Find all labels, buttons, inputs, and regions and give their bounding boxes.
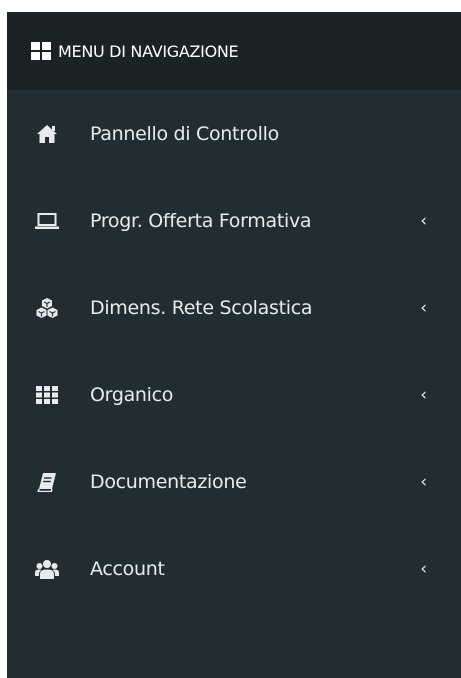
chevron-left-icon: ‹ bbox=[420, 558, 427, 579]
home-icon bbox=[35, 123, 59, 145]
users-icon bbox=[35, 558, 59, 580]
laptop-icon bbox=[35, 210, 59, 232]
table-grid-icon bbox=[35, 384, 59, 406]
menu-item-label: Documentazione bbox=[90, 470, 247, 493]
menu-item-documentazione[interactable]: Documentazione ‹ bbox=[7, 438, 461, 525]
menu-item-label: Organico bbox=[90, 383, 174, 406]
cubes-icon bbox=[35, 297, 59, 319]
chevron-left-icon: ‹ bbox=[420, 471, 427, 492]
grid-icon bbox=[31, 42, 51, 60]
book-icon bbox=[35, 471, 59, 493]
menu-item-label: Progr. Offerta Formativa bbox=[90, 209, 312, 232]
sidebar: MENU DI NAVIGAZIONE Pannello di Controll… bbox=[7, 12, 461, 678]
menu-header-title: MENU DI NAVIGAZIONE bbox=[58, 41, 239, 61]
menu-item-label: Account bbox=[90, 557, 165, 580]
menu-item-label: Pannello di Controllo bbox=[90, 122, 279, 145]
chevron-left-icon: ‹ bbox=[420, 210, 427, 231]
menu-item-pannello[interactable]: Pannello di Controllo bbox=[7, 90, 461, 177]
menu-item-organico[interactable]: Organico ‹ bbox=[7, 351, 461, 438]
chevron-left-icon: ‹ bbox=[420, 384, 427, 405]
chevron-left-icon: ‹ bbox=[420, 297, 427, 318]
menu-list: Pannello di Controllo Progr. Offerta For… bbox=[7, 90, 461, 612]
menu-item-rete-scolastica[interactable]: Dimens. Rete Scolastica ‹ bbox=[7, 264, 461, 351]
menu-item-label: Dimens. Rete Scolastica bbox=[90, 296, 313, 319]
menu-item-offerta-formativa[interactable]: Progr. Offerta Formativa ‹ bbox=[7, 177, 461, 264]
menu-header: MENU DI NAVIGAZIONE bbox=[7, 12, 461, 90]
menu-item-account[interactable]: Account ‹ bbox=[7, 525, 461, 612]
